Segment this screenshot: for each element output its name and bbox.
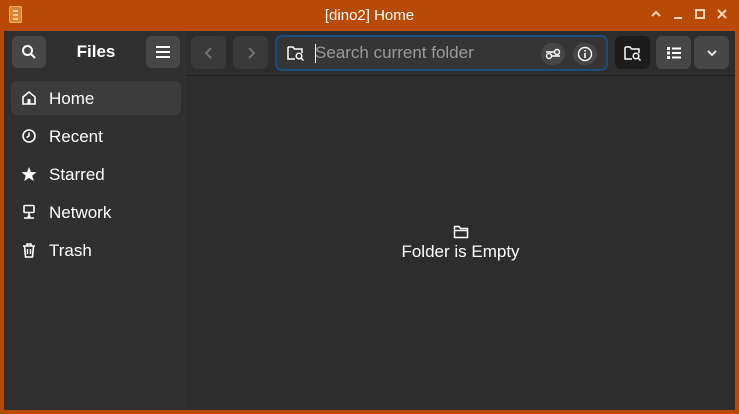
sidebar-item-home[interactable]: Home: [11, 81, 181, 115]
list-view-icon: [666, 46, 681, 59]
chevron-right-icon: [247, 46, 255, 59]
forward-button[interactable]: [233, 36, 268, 69]
sidebar-header: Files: [4, 31, 186, 73]
back-button[interactable]: [191, 36, 226, 69]
window-content: Files Home Recent Starred Network Trash …: [4, 31, 735, 410]
network-icon: [23, 204, 35, 219]
text-cursor: [315, 44, 316, 63]
filter-toggle-icon: [545, 48, 561, 60]
maximize-icon: [695, 9, 705, 19]
trash-icon: [23, 243, 35, 258]
sidebar-title: Files: [76, 42, 116, 61]
hamburger-menu-icon: [156, 46, 170, 58]
window: [dino2] Home Files Home Recent Starred N…: [0, 0, 739, 414]
minimize-button[interactable]: [669, 7, 687, 25]
star-icon: [21, 167, 37, 181]
search-toggle-button[interactable]: [615, 36, 650, 69]
chevron-down-icon: [706, 49, 717, 56]
chevron-left-icon: [204, 46, 212, 59]
sidebar-item-label: Trash: [49, 241, 92, 260]
sidebar-item-recent[interactable]: Recent: [11, 119, 181, 153]
main-menu-button[interactable]: [146, 36, 180, 68]
search-bar[interactable]: [275, 35, 608, 71]
folder-search-icon: [287, 46, 305, 61]
info-icon: [577, 46, 593, 62]
view-options-button[interactable]: [694, 36, 729, 69]
minimize-icon: [674, 17, 682, 19]
toolbar: [186, 31, 735, 76]
maximize-button[interactable]: [691, 7, 709, 25]
close-icon: [717, 9, 727, 19]
empty-folder-label: Folder is Empty: [401, 242, 520, 261]
folder-icon: [453, 225, 468, 239]
close-button[interactable]: [713, 7, 731, 25]
sidebar-item-label: Recent: [49, 127, 103, 146]
sidebar-item-network[interactable]: Network: [11, 195, 181, 229]
main-pane: Folder is Empty: [186, 31, 735, 410]
home-icon: [22, 90, 36, 105]
clock-icon: [22, 129, 36, 143]
title-bar[interactable]: [dino2] Home: [0, 0, 739, 31]
view-mode-button[interactable]: [656, 36, 691, 69]
search-icon: [22, 45, 36, 59]
sidebar-item-label: Home: [49, 89, 95, 108]
search-button[interactable]: [12, 36, 46, 68]
window-expand-button[interactable]: [647, 7, 665, 25]
sidebar: Files Home Recent Starred Network Trash: [4, 31, 186, 410]
window-title: [dino2] Home: [324, 7, 415, 24]
search-info-button[interactable]: [573, 43, 597, 65]
sidebar-item-label: Starred: [49, 165, 105, 184]
sidebar-item-starred[interactable]: Starred: [11, 157, 181, 191]
search-filter-button[interactable]: [541, 43, 565, 65]
sidebar-item-label: Network: [49, 203, 112, 222]
folder-search-icon: [623, 45, 641, 61]
search-input[interactable]: [315, 43, 525, 63]
chevron-up-icon: [651, 10, 661, 17]
sidebar-item-trash[interactable]: Trash: [11, 233, 181, 267]
